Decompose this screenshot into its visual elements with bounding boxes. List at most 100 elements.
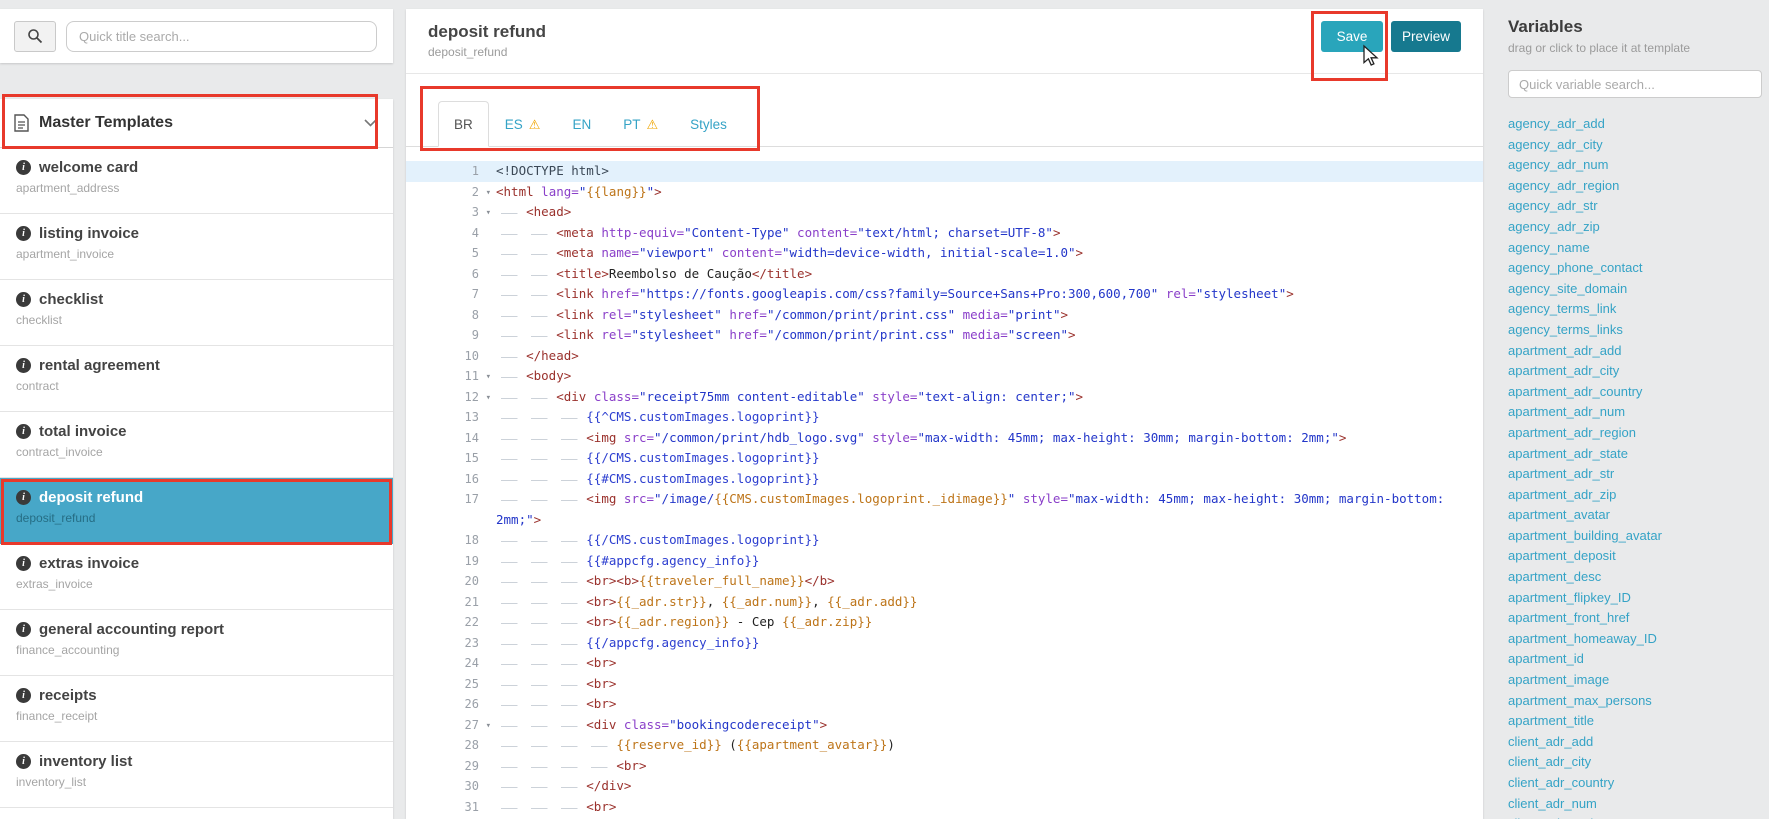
template-item-deposit_refund[interactable]: i deposit refund deposit_refund bbox=[0, 478, 393, 544]
master-templates-dropdown[interactable]: Master Templates bbox=[0, 99, 393, 148]
editor-line-26[interactable]: 26 ▾ <br> bbox=[406, 694, 1483, 715]
code-line-text[interactable]: <link href="https://fonts.googleapis.com… bbox=[492, 284, 1483, 305]
template-item-finance_receipt[interactable]: i receipts finance_receipt bbox=[0, 676, 393, 742]
editor-line-28[interactable]: 28 ▾ {{reserve_id}} ({{apartment_avatar}… bbox=[406, 735, 1483, 756]
editor-line-19[interactable]: 19 ▾ {{#appcfg.agency_info}} bbox=[406, 551, 1483, 572]
template-item-contract[interactable]: i rental agreement contract bbox=[0, 346, 393, 412]
variable-link-agency_adr_city[interactable]: agency_adr_city bbox=[1508, 135, 1762, 156]
variable-link-apartment_desc[interactable]: apartment_desc bbox=[1508, 567, 1762, 588]
template-item-checklist[interactable]: i checklist checklist bbox=[0, 280, 393, 346]
editor-line-16[interactable]: 16 ▾ {{#CMS.customImages.logoprint}} bbox=[406, 469, 1483, 490]
code-line-text[interactable]: <br> bbox=[492, 694, 1483, 715]
template-item-extras_invoice[interactable]: i extras invoice extras_invoice bbox=[0, 544, 393, 610]
variable-link-agency_adr_region[interactable]: agency_adr_region bbox=[1508, 176, 1762, 197]
editor-line-5[interactable]: 5 ▾ <meta name="viewport" content="width… bbox=[406, 243, 1483, 264]
code-line-text[interactable]: </div> bbox=[492, 776, 1483, 797]
variable-link-client_adr_country[interactable]: client_adr_country bbox=[1508, 773, 1762, 794]
editor-line-27[interactable]: 27 ▾ <div class="bookingcodereceipt"> bbox=[406, 715, 1483, 736]
variable-link-apartment_adr_str[interactable]: apartment_adr_str bbox=[1508, 464, 1762, 485]
editor-line-22[interactable]: 22 ▾ <br>{{_adr.region}} - Cep {{_adr.zi… bbox=[406, 612, 1483, 633]
variable-link-apartment_adr_region[interactable]: apartment_adr_region bbox=[1508, 423, 1762, 444]
code-line-text[interactable]: <br>{{_adr.str}}, {{_adr.num}}, {{_adr.a… bbox=[492, 592, 1483, 613]
variable-link-agency_adr_add[interactable]: agency_adr_add bbox=[1508, 114, 1762, 135]
template-item-apartment_address[interactable]: i welcome card apartment_address bbox=[0, 148, 393, 214]
code-line-text[interactable]: <title>Reembolso de Caução</title> bbox=[492, 264, 1483, 285]
tab-styles[interactable]: Styles bbox=[674, 101, 743, 147]
save-button[interactable]: Save bbox=[1321, 21, 1383, 52]
code-line-text[interactable]: {{/CMS.customImages.logoprint}} bbox=[492, 448, 1483, 469]
fold-arrow-icon[interactable]: ▾ bbox=[486, 388, 491, 409]
variable-link-apartment_adr_state[interactable]: apartment_adr_state bbox=[1508, 444, 1762, 465]
editor-line-7[interactable]: 7 ▾ <link href="https://fonts.googleapis… bbox=[406, 284, 1483, 305]
variable-link-agency_adr_num[interactable]: agency_adr_num bbox=[1508, 155, 1762, 176]
code-line-text[interactable]: {{#CMS.customImages.logoprint}} bbox=[492, 469, 1483, 490]
code-line-text[interactable]: <br> bbox=[492, 674, 1483, 695]
code-line-text[interactable]: {{reserve_id}} ({{apartment_avatar}}) bbox=[492, 735, 1483, 756]
code-line-text[interactable]: <body> bbox=[492, 366, 1483, 387]
variable-link-client_adr_add[interactable]: client_adr_add bbox=[1508, 732, 1762, 753]
variable-link-apartment_flipkey_ID[interactable]: apartment_flipkey_ID bbox=[1508, 588, 1762, 609]
variable-link-agency_adr_str[interactable]: agency_adr_str bbox=[1508, 196, 1762, 217]
template-item-contract_invoice[interactable]: i total invoice contract_invoice bbox=[0, 412, 393, 478]
variable-link-apartment_deposit[interactable]: apartment_deposit bbox=[1508, 546, 1762, 567]
tab-br[interactable]: BR bbox=[438, 101, 489, 147]
variable-link-agency_adr_zip[interactable]: agency_adr_zip bbox=[1508, 217, 1762, 238]
code-line-text[interactable]: <img src="/common/print/hdb_logo.svg" st… bbox=[492, 428, 1483, 449]
fold-arrow-icon[interactable]: ▾ bbox=[486, 716, 491, 737]
preview-button[interactable]: Preview bbox=[1391, 21, 1461, 52]
editor-line-18[interactable]: 18 ▾ {{/CMS.customImages.logoprint}} bbox=[406, 530, 1483, 551]
code-line-text[interactable]: </head> bbox=[492, 346, 1483, 367]
code-line-text[interactable]: <head> bbox=[492, 202, 1483, 223]
variable-link-apartment_title[interactable]: apartment_title bbox=[1508, 711, 1762, 732]
code-line-text[interactable]: <br>{{_adr.region}} - Cep {{_adr.zip}} bbox=[492, 612, 1483, 633]
variable-link-apartment_building_avatar[interactable]: apartment_building_avatar bbox=[1508, 526, 1762, 547]
variable-link-agency_site_domain[interactable]: agency_site_domain bbox=[1508, 279, 1762, 300]
variable-link-apartment_adr_country[interactable]: apartment_adr_country bbox=[1508, 382, 1762, 403]
editor-line-13[interactable]: 13 ▾ {{^CMS.customImages.logoprint}} bbox=[406, 407, 1483, 428]
code-line-text[interactable]: <img src="/image/{{CMS.customImages.logo… bbox=[492, 489, 1483, 530]
code-line-text[interactable]: <br> bbox=[492, 756, 1483, 777]
code-line-text[interactable]: <meta name="viewport" content="width=dev… bbox=[492, 243, 1483, 264]
code-line-text[interactable]: <!DOCTYPE html> bbox=[492, 161, 1483, 182]
variable-link-apartment_adr_num[interactable]: apartment_adr_num bbox=[1508, 402, 1762, 423]
code-line-text[interactable]: {{/CMS.customImages.logoprint}} bbox=[492, 530, 1483, 551]
code-line-text[interactable]: {{#appcfg.agency_info}} bbox=[492, 551, 1483, 572]
variable-link-client_adr_city[interactable]: client_adr_city bbox=[1508, 752, 1762, 773]
variable-link-apartment_id[interactable]: apartment_id bbox=[1508, 649, 1762, 670]
variable-link-agency_phone_contact[interactable]: agency_phone_contact bbox=[1508, 258, 1762, 279]
template-item-apartment_invoice[interactable]: i listing invoice apartment_invoice bbox=[0, 214, 393, 280]
variable-link-apartment_adr_add[interactable]: apartment_adr_add bbox=[1508, 341, 1762, 362]
template-item-finance_accounting[interactable]: i general accounting report finance_acco… bbox=[0, 610, 393, 676]
editor-line-14[interactable]: 14 ▾ <img src="/common/print/hdb_logo.sv… bbox=[406, 428, 1483, 449]
editor-line-9[interactable]: 9 ▾ <link rel="stylesheet" href="/common… bbox=[406, 325, 1483, 346]
editor-line-10[interactable]: 10 ▾ </head> bbox=[406, 346, 1483, 367]
fold-arrow-icon[interactable]: ▾ bbox=[486, 183, 491, 204]
code-line-text[interactable]: <html lang="{{lang}}"> bbox=[492, 182, 1483, 203]
variable-link-client_adr_region[interactable]: client_adr_region bbox=[1508, 814, 1762, 819]
search-button[interactable] bbox=[14, 20, 56, 52]
code-line-text[interactable]: <div class="receipt75mm content-editable… bbox=[492, 387, 1483, 408]
code-editor[interactable]: 1 ▾ <!DOCTYPE html> 2 ▾ <html lang="{{la… bbox=[406, 161, 1483, 817]
code-line-text[interactable]: <meta http-equiv="Content-Type" content=… bbox=[492, 223, 1483, 244]
variable-link-agency_name[interactable]: agency_name bbox=[1508, 238, 1762, 259]
editor-line-24[interactable]: 24 ▾ <br> bbox=[406, 653, 1483, 674]
code-line-text[interactable]: {{^CMS.customImages.logoprint}} bbox=[492, 407, 1483, 428]
editor-line-11[interactable]: 11 ▾ <body> bbox=[406, 366, 1483, 387]
template-search-input[interactable] bbox=[66, 20, 377, 52]
editor-line-15[interactable]: 15 ▾ {{/CMS.customImages.logoprint}} bbox=[406, 448, 1483, 469]
code-line-text[interactable]: <link rel="stylesheet" href="/common/pri… bbox=[492, 305, 1483, 326]
code-line-text[interactable]: <link rel="stylesheet" href="/common/pri… bbox=[492, 325, 1483, 346]
fold-arrow-icon[interactable]: ▾ bbox=[486, 203, 491, 224]
template-item-inventory_list[interactable]: i inventory list inventory_list bbox=[0, 742, 393, 808]
editor-line-1[interactable]: 1 ▾ <!DOCTYPE html> bbox=[406, 161, 1483, 182]
editor-line-23[interactable]: 23 ▾ {{/appcfg.agency_info}} bbox=[406, 633, 1483, 654]
editor-line-12[interactable]: 12 ▾ <div class="receipt75mm content-edi… bbox=[406, 387, 1483, 408]
tab-en[interactable]: EN bbox=[556, 101, 607, 147]
code-line-text[interactable]: <br> bbox=[492, 797, 1483, 818]
tab-pt[interactable]: PT ⚠ bbox=[607, 101, 674, 147]
editor-line-8[interactable]: 8 ▾ <link rel="stylesheet" href="/common… bbox=[406, 305, 1483, 326]
variable-link-apartment_avatar[interactable]: apartment_avatar bbox=[1508, 505, 1762, 526]
variable-link-client_adr_num[interactable]: client_adr_num bbox=[1508, 794, 1762, 815]
tab-es[interactable]: ES ⚠ bbox=[489, 101, 557, 147]
code-line-text[interactable]: <div class="bookingcodereceipt"> bbox=[492, 715, 1483, 736]
